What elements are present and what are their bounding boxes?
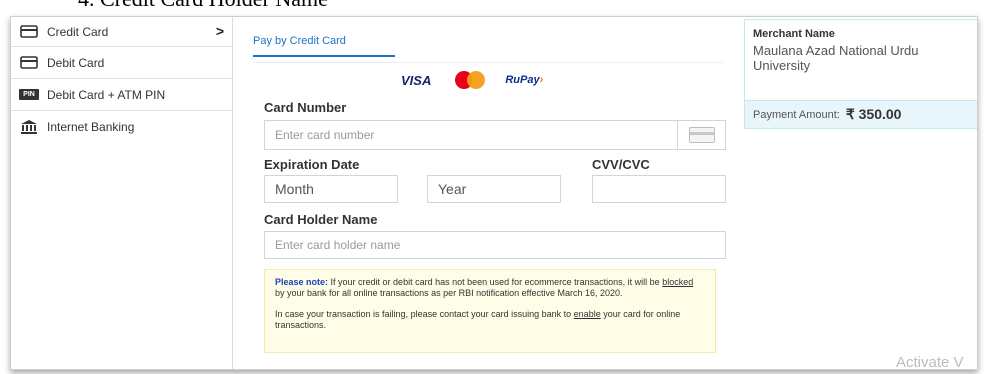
sidebar-item-label: Credit Card bbox=[47, 24, 109, 39]
sidebar-item-credit-card[interactable]: Credit Card > bbox=[11, 17, 232, 47]
card-number-input[interactable] bbox=[264, 120, 726, 150]
credit-card-icon bbox=[19, 25, 39, 39]
enable-link: enable bbox=[573, 309, 601, 319]
card-form: Pay by Credit Card VISA RuPay› Card Numb… bbox=[233, 17, 733, 369]
sidebar-item-label: Debit Card bbox=[47, 55, 105, 70]
rupay-logo: RuPay› bbox=[505, 74, 544, 86]
merchant-name: Maulana Azad National Urdu University bbox=[753, 43, 919, 73]
pin-icon: PIN bbox=[19, 89, 39, 100]
expiration-year-input[interactable] bbox=[427, 175, 561, 203]
sidebar-item-label: Debit Card + ATM PIN bbox=[47, 87, 166, 102]
activate-watermark: Activate V bbox=[896, 354, 964, 371]
debit-card-icon bbox=[19, 56, 39, 70]
sidebar-item-internet-banking[interactable]: Internet Banking bbox=[11, 111, 232, 143]
payment-amount-label: Payment Amount: bbox=[753, 108, 840, 121]
payment-method-sidebar: Credit Card > Debit Card PIN Debit Card … bbox=[11, 17, 233, 369]
expiration-date-label: Expiration Date bbox=[264, 157, 360, 172]
tab-pay-by-credit-card[interactable]: Pay by Credit Card bbox=[253, 35, 395, 57]
payment-amount-row: Payment Amount: ₹ 350.00 bbox=[745, 100, 977, 128]
document-heading: 4. Credit Card Holder Name bbox=[78, 0, 328, 12]
mastercard-logo bbox=[451, 69, 491, 91]
chevron-right-icon: > bbox=[215, 23, 224, 39]
cvv-label: CVV/CVC bbox=[592, 157, 650, 172]
blocked-link: blocked bbox=[662, 277, 694, 287]
payment-panel: Credit Card > Debit Card PIN Debit Card … bbox=[10, 16, 978, 370]
notice-title: Please note: bbox=[275, 277, 329, 287]
card-number-label: Card Number bbox=[264, 100, 347, 115]
visa-logo: VISA bbox=[401, 72, 432, 88]
merchant-summary: Merchant Name Maulana Azad National Urdu… bbox=[744, 19, 977, 129]
merchant-name-label: Merchant Name bbox=[753, 28, 835, 40]
card-holder-name-input[interactable] bbox=[264, 231, 726, 259]
payment-amount: ₹ 350.00 bbox=[845, 106, 902, 122]
expiration-month-input[interactable] bbox=[264, 175, 398, 203]
cvv-input[interactable] bbox=[592, 175, 726, 203]
sidebar-item-debit-card-atm-pin[interactable]: PIN Debit Card + ATM PIN bbox=[11, 79, 232, 111]
card-type-button[interactable] bbox=[677, 120, 725, 150]
sidebar-item-debit-card[interactable]: Debit Card bbox=[11, 47, 232, 79]
card-holder-name-label: Card Holder Name bbox=[264, 212, 378, 227]
card-brands: VISA RuPay› bbox=[401, 69, 543, 91]
rbi-notice: Please note: If your credit or debit car… bbox=[264, 269, 716, 353]
sidebar-item-label: Internet Banking bbox=[47, 120, 135, 134]
tab-divider bbox=[253, 62, 723, 63]
card-icon bbox=[688, 127, 715, 143]
bank-icon bbox=[19, 120, 39, 134]
